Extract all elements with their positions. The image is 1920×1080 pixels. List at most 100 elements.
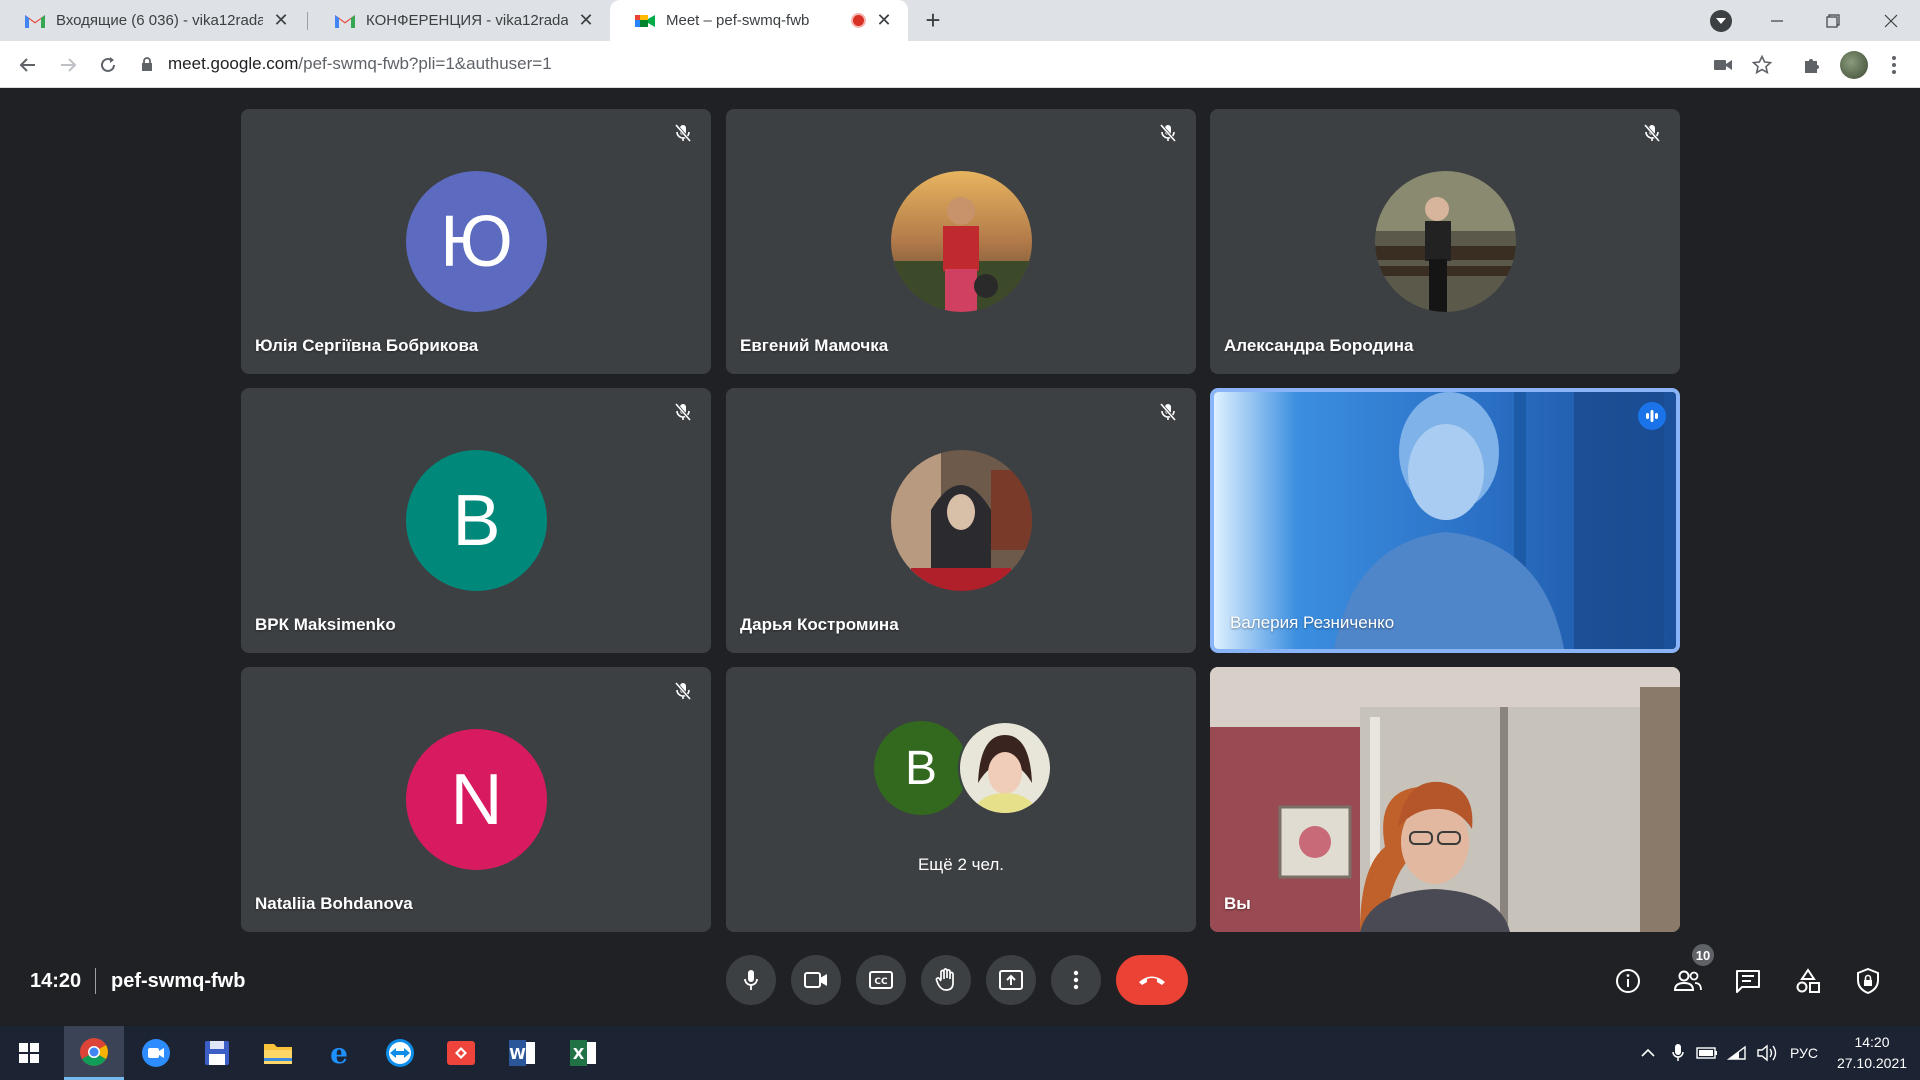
chrome-icon <box>80 1037 108 1066</box>
participant-name: Юлія Сергіївна Бобрикова <box>255 336 479 355</box>
edge-icon: e <box>330 1039 348 1067</box>
participant-tile[interactable]: Евгений Мамочка <box>726 109 1196 374</box>
present-icon <box>999 970 1023 990</box>
mic-off-icon <box>1156 121 1180 145</box>
taskbar-zoom[interactable] <box>126 1026 186 1080</box>
browser-toolbar: meet.google.com/pef-swmq-fwb?pli=1&authu… <box>0 41 1920 88</box>
participant-tile[interactable]: Александра Бородина <box>1210 109 1680 374</box>
chat-button[interactable] <box>1733 966 1763 996</box>
participant-video-tile[interactable]: Валерия Резниченко <box>1210 388 1680 653</box>
camera-button[interactable] <box>791 955 841 1005</box>
gmail-icon <box>335 14 355 28</box>
browser-menu-icon[interactable] <box>1882 53 1906 77</box>
tab-title: Meet – pef-swmq-fwb <box>666 12 810 29</box>
tray-network[interactable] <box>1724 1026 1750 1080</box>
avatar: В <box>874 721 968 815</box>
tab-divider <box>307 12 308 30</box>
forward-button[interactable] <box>54 51 82 79</box>
battery-icon <box>1696 1047 1717 1059</box>
chevron-up-icon <box>1641 1048 1655 1057</box>
close-tab-icon[interactable]: ✕ <box>576 10 596 31</box>
url-text: meet.google.com/pef-swmq-fwb?pli=1&authu… <box>168 54 552 74</box>
reload-button[interactable] <box>94 51 122 79</box>
clock-date: 27.10.2021 <box>1836 1055 1908 1071</box>
meet-stage: Ю Юлія Сергіївна Бобрикова Евгений Мамоч… <box>0 89 1920 1026</box>
hand-icon <box>935 968 954 991</box>
back-button[interactable] <box>14 51 42 79</box>
close-tab-icon[interactable]: ✕ <box>874 10 894 31</box>
shield-lock-icon <box>1857 968 1879 994</box>
bookmark-star-icon[interactable] <box>1750 53 1774 77</box>
participant-tile[interactable]: Ю Юлія Сергіївна Бобрикова <box>241 109 711 374</box>
more-options-button[interactable] <box>1051 955 1101 1005</box>
participant-name: Евгений Мамочка <box>740 336 889 355</box>
extensions-icon[interactable] <box>1800 53 1824 77</box>
microphone-icon <box>744 970 758 990</box>
close-window-button[interactable] <box>1864 0 1918 41</box>
raise-hand-button[interactable] <box>921 955 971 1005</box>
participants-button[interactable] <box>1673 966 1703 996</box>
mic-off-icon <box>671 400 695 424</box>
wifi-icon <box>1727 1045 1746 1060</box>
tab-meet[interactable]: Meet – pef-swmq-fwb ✕ <box>610 0 908 41</box>
windows-taskbar: e W X РУС 14:20 27.10.2021 <box>0 1026 1920 1080</box>
teamviewer-icon <box>386 1039 414 1067</box>
present-screen-button[interactable] <box>986 955 1036 1005</box>
self-video-tile[interactable]: Вы <box>1210 667 1680 932</box>
address-bar[interactable]: meet.google.com/pef-swmq-fwb?pli=1&authu… <box>140 47 1700 81</box>
language-indicator[interactable]: РУС <box>1784 1026 1824 1080</box>
captions-button[interactable]: CC <box>856 955 906 1005</box>
participant-name: Александра Бородина <box>1224 336 1414 355</box>
tray-battery[interactable] <box>1694 1026 1720 1080</box>
taskbar-word[interactable]: W <box>492 1026 552 1080</box>
tab-gmail-inbox[interactable]: Входящие (6 036) - vika12rada@ ✕ <box>0 0 305 41</box>
taskbar-chrome[interactable] <box>64 1026 124 1080</box>
taskbar-file-explorer[interactable] <box>248 1026 308 1080</box>
participant-tile[interactable]: N Nataliia Bohdanova <box>241 667 711 932</box>
taskbar-edge[interactable]: e <box>309 1026 369 1080</box>
mic-off-icon <box>1156 400 1180 424</box>
meeting-code: pef-swmq-fwb <box>111 970 246 992</box>
svg-text:W: W <box>509 1045 526 1063</box>
recording-icon <box>851 13 866 28</box>
participant-tile[interactable]: Дарья Костромина <box>726 388 1196 653</box>
mic-off-icon <box>1640 121 1664 145</box>
taskbar-excel[interactable]: X <box>553 1026 613 1080</box>
avatar <box>891 450 1032 591</box>
zoom-icon <box>142 1039 170 1067</box>
taskbar-anydesk[interactable] <box>431 1026 491 1080</box>
participant-name: Дарья Костромина <box>740 615 899 634</box>
taskbar-teamviewer[interactable] <box>370 1026 430 1080</box>
browser-tab-bar: Входящие (6 036) - vika12rada@ ✕ КОНФЕРЕ… <box>0 0 1920 41</box>
tray-volume[interactable] <box>1754 1026 1780 1080</box>
microphone-button[interactable] <box>726 955 776 1005</box>
activities-button[interactable] <box>1793 966 1823 996</box>
tab-title: Входящие (6 036) - vika12rada@ <box>56 12 263 29</box>
start-button[interactable] <box>0 1026 58 1080</box>
taskbar-save-app[interactable] <box>187 1026 247 1080</box>
excel-icon: X <box>570 1040 596 1066</box>
restore-button[interactable] <box>1806 0 1860 41</box>
folder-icon <box>264 1044 292 1064</box>
participant-name: Nataliia Bohdanova <box>255 894 413 913</box>
tab-search-icon[interactable] <box>1710 10 1732 32</box>
participant-video <box>1214 392 1676 649</box>
participant-tile[interactable]: В ВРК Maksimenko <box>241 388 711 653</box>
avatar <box>958 721 1052 815</box>
new-tab-button[interactable]: + <box>920 7 946 34</box>
system-clock[interactable]: 14:20 27.10.2021 <box>1830 1032 1914 1074</box>
show-hidden-icons-button[interactable] <box>1636 1026 1660 1080</box>
host-controls-button[interactable] <box>1853 966 1883 996</box>
more-vert-icon <box>1073 970 1079 990</box>
minimize-button[interactable] <box>1750 0 1804 41</box>
tab-gmail-conference[interactable]: КОНФЕРЕНЦИЯ - vika12rada@g ✕ <box>310 0 610 41</box>
profile-avatar[interactable] <box>1840 51 1868 79</box>
tray-microphone[interactable] <box>1666 1026 1690 1080</box>
tab-title: КОНФЕРЕНЦИЯ - vika12rada@g <box>366 12 568 29</box>
close-tab-icon[interactable]: ✕ <box>271 10 291 31</box>
leave-call-button[interactable] <box>1116 955 1188 1005</box>
avatar: N <box>406 729 547 870</box>
more-participants-tile[interactable]: В Ещё 2 чел. <box>726 667 1196 932</box>
meeting-details-button[interactable] <box>1613 966 1643 996</box>
camera-indicator-icon[interactable] <box>1711 53 1735 77</box>
